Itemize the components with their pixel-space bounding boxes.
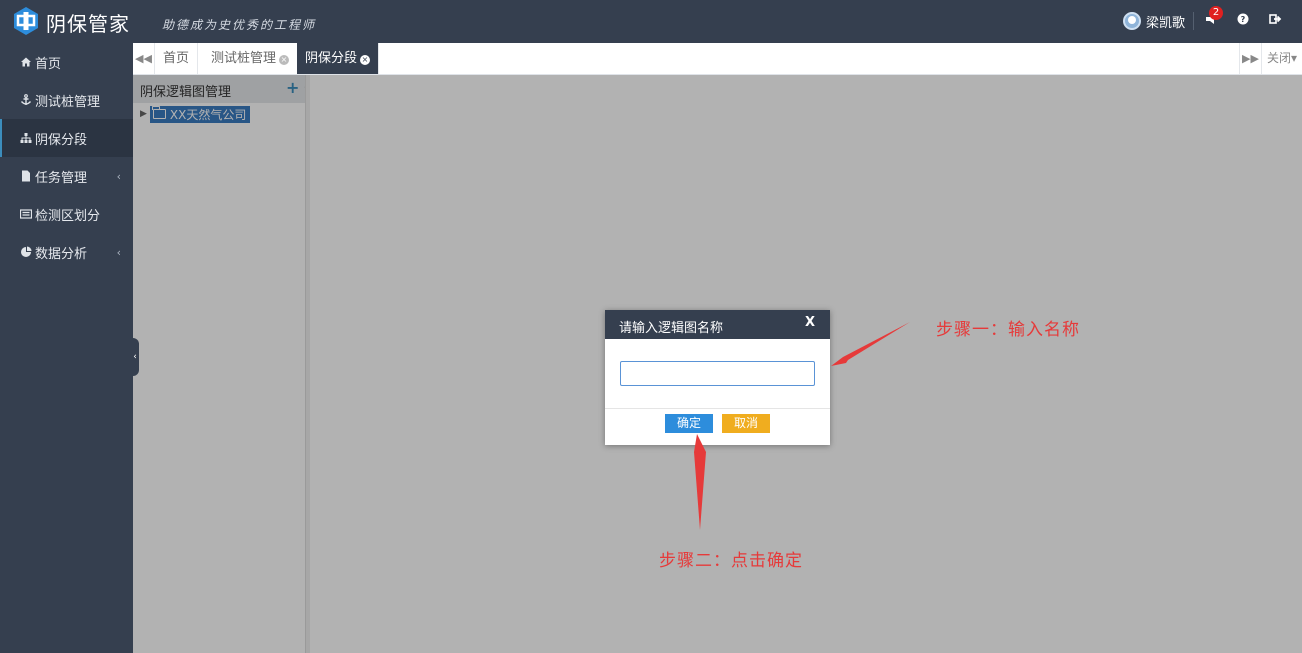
app-title: 阴保管家	[46, 12, 130, 36]
pie-chart-icon	[20, 246, 32, 258]
sidebar: 首页 测试桩管理 阴保分段 任务管理 ‹ 检测区划分 数据分析 ‹	[0, 43, 133, 653]
tab-close-icon[interactable]: ×	[360, 55, 371, 65]
tab-home[interactable]: 首页	[155, 43, 199, 74]
close-icon[interactable]: X	[805, 315, 815, 330]
dialog-header: 请输入逻辑图名称 X	[605, 310, 830, 339]
home-icon	[20, 56, 32, 68]
tabs-scroll-left-icon[interactable]: ◀◀	[133, 43, 155, 74]
header-divider	[1193, 12, 1194, 30]
file-icon	[20, 170, 32, 182]
user-menu[interactable]: 梁凯歌	[1123, 11, 1185, 31]
tab-label: 首页	[163, 51, 190, 66]
cancel-button[interactable]: 取消	[722, 414, 770, 433]
sidebar-item-segment[interactable]: 阴保分段	[0, 119, 133, 157]
svg-text:?: ?	[1241, 15, 1246, 24]
sidebar-item-label: 数据分析	[35, 246, 88, 262]
top-header: 阴保管家 助德成为史优秀的工程师 梁凯歌 2 ?	[0, 0, 1302, 43]
tab-test-pile[interactable]: 测试桩管理 ×	[203, 43, 299, 74]
dialog-footer: 确定 取消	[605, 408, 830, 445]
step1-annotation: 步骤一：输入名称	[936, 320, 1080, 340]
logo-icon	[14, 7, 38, 35]
chevron-left-icon: ‹	[116, 246, 121, 259]
user-avatar	[1123, 12, 1141, 30]
sidebar-collapse-icon[interactable]: ‹	[131, 338, 139, 376]
logout-icon[interactable]	[1267, 12, 1283, 28]
close-menu-label: 关闭	[1266, 51, 1291, 65]
sitemap-icon	[20, 132, 32, 144]
tab-label: 测试桩管理	[211, 51, 277, 66]
anchor-icon	[20, 94, 32, 106]
list-icon	[19, 208, 33, 220]
notification-badge: 2	[1209, 6, 1223, 20]
confirm-button[interactable]: 确定	[665, 414, 713, 433]
tabs-bar: ◀◀ 首页 测试桩管理 × 阴保分段 × ▶▶ 关闭▾	[133, 43, 1302, 75]
sidebar-item-data-analysis[interactable]: 数据分析 ‹	[0, 233, 133, 271]
sidebar-item-home[interactable]: 首页	[0, 43, 133, 81]
chevron-left-icon: ‹	[116, 170, 121, 183]
tabs-close-dropdown[interactable]: 关闭▾	[1261, 43, 1302, 74]
dialog-title: 请输入逻辑图名称	[619, 321, 724, 336]
sidebar-item-label: 阴保分段	[35, 132, 88, 148]
diagram-name-input[interactable]	[620, 361, 815, 386]
sidebar-item-label: 任务管理	[35, 170, 88, 186]
step2-annotation: 步骤二：点击确定	[659, 551, 803, 571]
tab-label: 阴保分段	[305, 51, 358, 66]
sidebar-item-tasks[interactable]: 任务管理 ‹	[0, 157, 133, 195]
sidebar-item-detection-zone[interactable]: 检测区划分	[0, 195, 133, 233]
sidebar-item-label: 检测区划分	[35, 208, 101, 224]
name-input-dialog: 请输入逻辑图名称 X 确定 取消	[605, 310, 830, 445]
app-slogan: 助德成为史优秀的工程师	[162, 18, 317, 32]
sidebar-item-label: 首页	[35, 56, 62, 72]
tab-close-icon[interactable]: ×	[279, 55, 290, 65]
help-icon[interactable]: ?	[1235, 12, 1251, 28]
sidebar-item-label: 测试桩管理	[35, 94, 101, 110]
username: 梁凯歌	[1146, 15, 1186, 31]
tabs-scroll-right-icon[interactable]: ▶▶	[1239, 43, 1261, 74]
tab-segment[interactable]: 阴保分段 ×	[297, 43, 380, 74]
sidebar-item-test-pile[interactable]: 测试桩管理	[0, 81, 133, 119]
